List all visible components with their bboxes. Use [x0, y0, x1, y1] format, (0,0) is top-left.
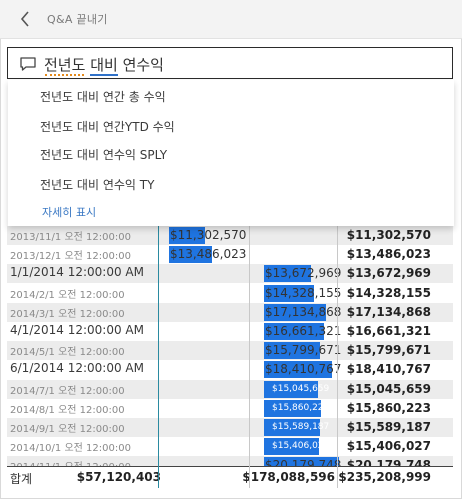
date-cell: 2014/2/1 오전 12:00:00	[10, 289, 125, 301]
table-row: 2014/2/1 오전 12:00:00 $14,328,155 $14,328,1…	[7, 284, 453, 303]
col2-value: $15,799,671	[265, 343, 342, 358]
col2-value: $15,589,187	[272, 422, 330, 432]
total-value: $16,661,321	[346, 324, 431, 338]
table-row: 2014/7/1 오전 12:00:00 $15,045,659 $15,045,6…	[7, 379, 453, 399]
back-button[interactable]	[12, 9, 38, 29]
top-bar: Q&A 끝내기	[0, 0, 462, 39]
table-row: 2014/5/1 오전 12:00:00 $15,799,671 $15,799,6…	[7, 341, 453, 361]
show-more-link[interactable]: 자세히 표시	[42, 204, 96, 220]
totals-grand: $235,208,999	[338, 470, 431, 484]
totals-row: 합계 $57,120,403 $178,088,596 $235,208,999	[7, 466, 453, 489]
total-value: $13,486,023	[346, 247, 431, 262]
chevron-left-icon	[20, 11, 29, 27]
question-text: 전년도 대비 연수익	[44, 54, 164, 76]
total-value: $11,302,570	[346, 228, 431, 242]
suggestion-item[interactable]: 전년도 대비 연간YTD 수익	[40, 118, 175, 135]
total-value: $15,589,187	[346, 420, 431, 434]
date-cell: 2014/7/1 오전 12:00:00	[10, 385, 125, 397]
date-cell: 1/1/2014 12:00:00 AM	[10, 265, 144, 280]
date-cell: 2014/10/1 오전 12:00:00	[10, 443, 131, 455]
table-row: 2014/10/1 오전 12:00:00 $15,406,027 $15,406,…	[7, 437, 453, 456]
col2-value: $15,045,659	[272, 383, 330, 394]
date-cell: 2014/8/1 오전 12:00:00	[10, 404, 125, 416]
table-row: 2013/12/1 오전 12:00:00 $13,486,023 $13,486,…	[7, 245, 453, 264]
question-word-2: 대비	[90, 56, 118, 76]
col2-value: $16,661,321	[265, 324, 342, 338]
col2-value: $14,328,155	[265, 285, 342, 300]
date-cell: 2014/5/1 오전 12:00:00	[10, 347, 125, 359]
suggestion-dropdown: 전년도 대비 연간 총 수익 전년도 대비 연간YTD 수익 전년도 대비 연수…	[8, 80, 454, 226]
exit-qa-label[interactable]: Q&A 끝내기	[47, 11, 108, 27]
suggestion-item[interactable]: 전년도 대비 연간 총 수익	[40, 88, 166, 105]
table-row: 2013/11/1 오전 12:00:00 $11,302,570 $11,302,…	[7, 226, 453, 245]
totals-col2: $178,088,596	[242, 470, 335, 484]
question-word-rest: 연수익	[117, 56, 164, 74]
col2-value: $13,672,969	[265, 266, 342, 281]
date-cell: 6/1/2014 12:00:00 AM	[10, 361, 144, 376]
col1-value: $11,302,570	[170, 228, 247, 242]
total-value: $15,045,659	[346, 381, 431, 396]
table-row: 6/1/2014 12:00:00 AM $18,410,767 $18,410,7…	[7, 360, 453, 379]
table-row: 2014/9/1 오전 12:00:00 $15,589,187 $15,589,1…	[7, 418, 453, 437]
chat-bubble-icon	[20, 57, 36, 71]
col2-value: $17,134,868	[265, 304, 342, 319]
date-cell: 2014/9/1 오전 12:00:00	[10, 424, 125, 435]
totals-col1: $57,120,403	[76, 470, 161, 484]
total-value: $17,134,868	[346, 304, 431, 319]
question-input[interactable]: 전년도 대비 연수익	[7, 47, 453, 79]
column-divider	[337, 226, 338, 488]
results-table: 2013/11/1 오전 12:00:00 $11,302,570 $11,302,…	[7, 226, 453, 488]
date-cell: 2014/3/1 오전 12:00:00	[10, 308, 125, 320]
col2-value: $15,406,027	[272, 441, 330, 452]
col2-value: $18,410,767	[265, 362, 342, 377]
suggestion-item[interactable]: 전년도 대비 연수익 TY	[40, 176, 154, 193]
column-divider	[158, 226, 159, 488]
total-value: $18,410,767	[346, 362, 431, 377]
table-row: 4/1/2014 12:00:00 AM $16,661,321 $16,661,3…	[7, 322, 453, 341]
table-row: 2014/3/1 오전 12:00:00 $17,134,868 $17,134,8…	[7, 302, 453, 322]
date-cell: 2013/11/1 오전 12:00:00	[10, 232, 131, 243]
question-word-1: 전년도	[44, 56, 86, 76]
total-value: $15,860,223	[346, 400, 431, 415]
total-value: $15,406,027	[346, 439, 431, 454]
col1-value: $13,486,023	[170, 247, 247, 262]
total-value: $13,672,969	[346, 266, 431, 281]
col2-value: $15,860,223	[272, 402, 330, 413]
table-row: 1/1/2014 12:00:00 AM $13,672,969 $13,672,9…	[7, 264, 453, 284]
totals-label: 합계	[10, 472, 33, 486]
column-divider	[249, 226, 250, 488]
date-cell: 4/1/2014 12:00:00 AM	[10, 323, 144, 337]
total-value: $15,799,671	[346, 343, 431, 358]
date-cell: 2013/12/1 오전 12:00:00	[10, 251, 131, 263]
table-row: 2014/8/1 오전 12:00:00 $15,860,223 $15,860,2…	[7, 399, 453, 418]
suggestion-item[interactable]: 전년도 대비 연수익 SPLY	[40, 146, 167, 163]
total-value: $14,328,155	[346, 285, 431, 300]
